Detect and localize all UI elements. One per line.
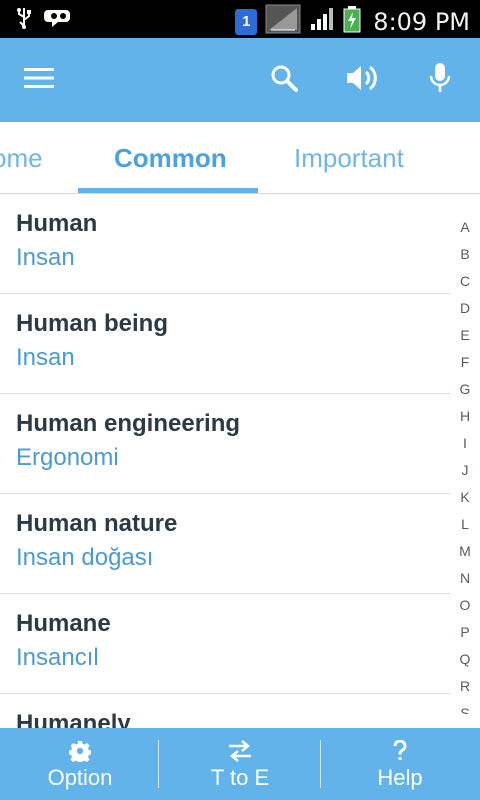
help-label: Help xyxy=(377,765,423,790)
entry-word: Human being xyxy=(16,310,169,337)
alphabet-letter[interactable]: F xyxy=(450,349,480,376)
status-time: 8:09 PM xyxy=(373,7,470,36)
bottom-bar: Option T to E Help xyxy=(0,728,480,800)
alphabet-letter[interactable]: B xyxy=(450,241,480,268)
microphone-button[interactable] xyxy=(420,60,460,100)
list-item[interactable]: Human being Insan xyxy=(0,294,450,394)
search-icon xyxy=(269,63,299,98)
signal-icon xyxy=(309,6,335,37)
app-bar xyxy=(0,38,480,122)
alphabet-letter[interactable]: I xyxy=(450,430,480,457)
entry-meaning: Ergonomi xyxy=(16,444,119,471)
question-mark-icon xyxy=(392,737,408,765)
entry-word: Humanely xyxy=(16,710,131,728)
alphabet-letter[interactable]: J xyxy=(450,457,480,484)
entry-meaning: Insan xyxy=(16,344,75,371)
divider xyxy=(158,740,159,788)
direction-label: T to E xyxy=(210,765,270,790)
entry-meaning: Insan doğası xyxy=(16,544,154,571)
entry-meaning: Insancıl xyxy=(16,644,99,671)
sim-icon: 1 xyxy=(235,8,258,35)
alphabet-letter[interactable]: E xyxy=(450,322,480,349)
entry-meaning: Insan xyxy=(16,244,75,271)
entry-word: Human engineering xyxy=(16,410,241,437)
voicemail-icon xyxy=(44,6,74,35)
tab-important[interactable]: Important xyxy=(294,122,404,193)
alphabet-letter[interactable]: A xyxy=(450,214,480,241)
alphabet-letter[interactable]: S xyxy=(450,700,480,714)
alphabet-letter[interactable]: L xyxy=(450,511,480,538)
list-item[interactable]: Human engineering Ergonomi xyxy=(0,394,450,494)
alphabet-letter[interactable]: M xyxy=(450,538,480,565)
speaker-button[interactable] xyxy=(342,60,382,100)
alphabet-letter[interactable]: C xyxy=(450,268,480,295)
gear-icon xyxy=(69,737,91,765)
tab-home[interactable]: ome xyxy=(0,122,43,193)
swap-arrows-icon xyxy=(227,737,253,765)
alphabet-letter[interactable]: H xyxy=(450,403,480,430)
alphabet-index[interactable]: ABCDEFGHIJKLMNOPQRS xyxy=(450,214,480,714)
help-button[interactable]: Help xyxy=(320,728,480,800)
option-button[interactable]: Option xyxy=(0,728,160,800)
alphabet-letter[interactable]: Q xyxy=(450,646,480,673)
alphabet-letter[interactable]: N xyxy=(450,565,480,592)
tab-indicator xyxy=(78,188,258,193)
usb-icon xyxy=(14,6,34,35)
microphone-icon xyxy=(428,62,452,99)
alphabet-letter[interactable]: G xyxy=(450,376,480,403)
entry-word: Human xyxy=(16,210,98,237)
alphabet-letter[interactable]: P xyxy=(450,619,480,646)
entry-word: Humane xyxy=(16,610,111,637)
entry-word: Human nature xyxy=(16,510,178,537)
alphabet-letter[interactable]: O xyxy=(450,592,480,619)
menu-icon xyxy=(24,67,54,94)
alphabet-letter[interactable]: D xyxy=(450,295,480,322)
list-item[interactable]: Humane Insancıl xyxy=(0,594,450,694)
battery-charging-icon xyxy=(343,5,361,38)
status-bar: 1 8:09 PM xyxy=(0,0,480,38)
alphabet-letter[interactable]: R xyxy=(450,673,480,700)
speaker-icon xyxy=(345,63,379,98)
list-item[interactable]: Human nature Insan doğası xyxy=(0,494,450,594)
tab-common[interactable]: Common xyxy=(114,122,227,193)
option-label: Option xyxy=(47,765,113,790)
direction-toggle-button[interactable]: T to E xyxy=(160,728,320,800)
tab-bar: ome Common Important xyxy=(0,122,480,194)
word-list: Human Insan Human being Insan Human engi… xyxy=(0,194,450,728)
menu-button[interactable] xyxy=(22,64,56,96)
alphabet-letter[interactable]: K xyxy=(450,484,480,511)
list-item[interactable]: Humanely xyxy=(0,694,450,728)
list-item[interactable]: Human Insan xyxy=(0,194,450,294)
search-button[interactable] xyxy=(264,60,304,100)
no-signal-icon xyxy=(265,4,301,39)
